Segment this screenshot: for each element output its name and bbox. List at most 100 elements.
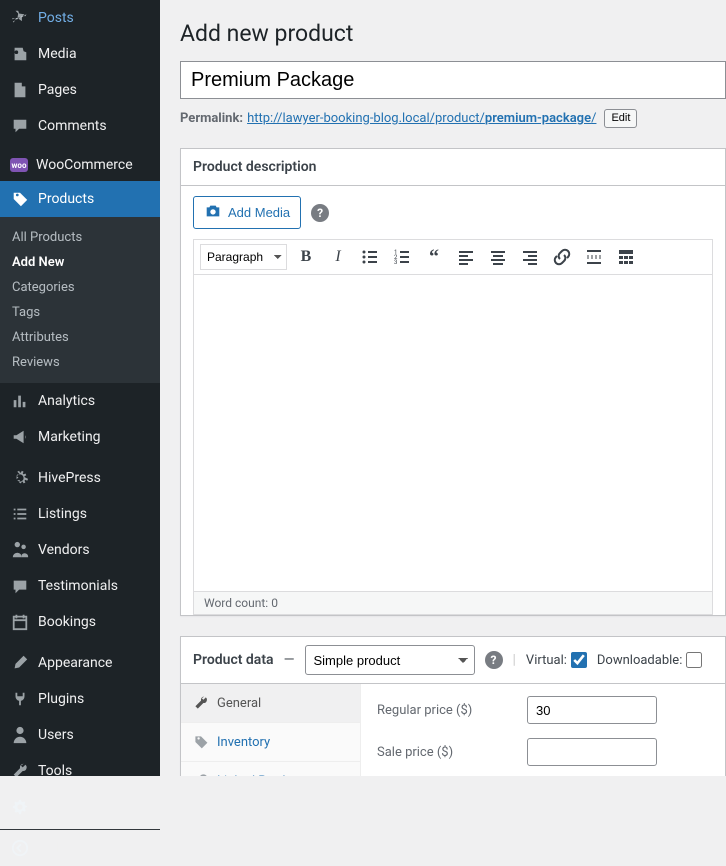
analytics-icon [10,391,30,411]
sidebar-item-vendors[interactable]: Vendors [0,532,160,568]
marketing-icon [10,427,30,447]
sidebar-label: HivePress [38,470,101,486]
tag-icon [10,189,30,209]
calendar-icon [10,612,30,632]
toolbar-toggle-button[interactable] [613,244,639,270]
sidebar-label: Products [38,191,94,207]
align-center-button[interactable] [485,244,511,270]
italic-button[interactable]: I [325,244,351,270]
vendors-icon [10,540,30,560]
align-left-button[interactable] [453,244,479,270]
sidebar-collapse[interactable]: Collapse menu [0,829,160,866]
sidebar-sub-all-products[interactable]: All Products [0,225,160,250]
sidebar-label: Bookings [38,614,96,630]
sidebar-item-posts[interactable]: Posts [0,0,160,36]
product-type-select[interactable]: Simple product [305,645,475,675]
virtual-checkbox-label[interactable]: Virtual: [526,652,587,668]
sidebar-item-listings[interactable]: Listings [0,496,160,532]
sidebar-item-bookings[interactable]: Bookings [0,604,160,640]
admin-sidebar: Posts Media Pages Comments wooWooCommerc… [0,0,160,776]
virtual-checkbox[interactable] [571,652,587,668]
product-data-label: Product data [193,652,274,668]
downloadable-checkbox[interactable] [686,652,702,668]
sidebar-item-media[interactable]: Media [0,36,160,72]
sidebar-label: Comments [38,118,107,134]
sidebar-label: Vendors [38,542,90,558]
help-icon[interactable]: ? [485,651,503,669]
gears-icon [10,468,30,488]
sidebar-sub-reviews[interactable]: Reviews [0,350,160,375]
link-icon [193,772,209,776]
pin-icon [10,8,30,28]
product-data-pane: Regular price ($) Sale price ($) Schedul… [361,684,725,776]
description-header: Product description [181,149,725,186]
readmore-button[interactable] [581,244,607,270]
regular-price-label: Regular price ($) [377,703,527,718]
sidebar-item-users[interactable]: Users [0,717,160,753]
blockquote-button[interactable]: “ [421,244,447,270]
format-select[interactable]: Paragraph [200,244,287,270]
numbered-list-button[interactable]: 123 [389,244,415,270]
sidebar-submenu-products: All Products Add New Categories Tags Att… [0,217,160,383]
sidebar-item-pages[interactable]: Pages [0,72,160,108]
link-button[interactable] [549,244,575,270]
editor-status: Word count: 0 [193,592,713,615]
product-data-box: Product data — Simple product ? | Virtua… [180,636,726,776]
bold-button[interactable]: B [293,244,319,270]
sidebar-label: Settings [38,799,89,815]
cog-icon [10,797,30,817]
sidebar-label: WooCommerce [36,157,133,173]
page-icon [10,80,30,100]
sidebar-label: Listings [38,506,87,522]
sidebar-item-appearance[interactable]: Appearance [0,645,160,681]
help-icon[interactable]: ? [311,204,329,222]
downloadable-checkbox-label[interactable]: Downloadable: [597,652,702,668]
user-icon [10,725,30,745]
quote-icon [10,576,30,596]
main-content: Add new product Permalink: http://lawyer… [160,0,726,776]
list-icon [10,504,30,524]
permalink-link[interactable]: http://lawyer-booking-blog.local/product… [247,111,596,126]
page-title: Add new product [180,20,726,47]
sidebar-item-tools[interactable]: Tools [0,753,160,789]
tab-linked-products[interactable]: Linked Products [181,762,360,776]
sidebar-item-plugins[interactable]: Plugins [0,681,160,717]
wrench-icon [193,694,209,712]
sidebar-label: Testimonials [38,578,118,594]
product-data-tabs: General Inventory Linked Products [181,684,361,776]
permalink-label: Permalink: [180,111,243,126]
sale-price-input[interactable] [527,738,657,766]
sidebar-item-analytics[interactable]: Analytics [0,383,160,419]
editor-canvas[interactable] [193,274,713,592]
comment-icon [10,116,30,136]
sidebar-item-marketing[interactable]: Marketing [0,419,160,455]
tab-inventory[interactable]: Inventory [181,723,360,762]
plug-icon [10,689,30,709]
permalink-row: Permalink: http://lawyer-booking-blog.lo… [180,109,726,128]
sidebar-sub-categories[interactable]: Categories [0,275,160,300]
add-media-button[interactable]: Add Media [193,196,301,229]
align-right-button[interactable] [517,244,543,270]
sidebar-label: Plugins [38,691,84,707]
tab-general[interactable]: General [181,684,360,723]
product-title-input[interactable] [180,61,726,99]
sidebar-label: Tools [38,763,72,779]
regular-price-input[interactable] [527,696,657,724]
sidebar-sub-add-new[interactable]: Add New [0,250,160,275]
sidebar-sub-attributes[interactable]: Attributes [0,325,160,350]
edit-permalink-button[interactable]: Edit [604,109,637,128]
collapse-icon [10,838,30,858]
sidebar-label: Analytics [38,393,95,409]
brush-icon [10,653,30,673]
sidebar-item-products[interactable]: Products [0,181,160,217]
sidebar-label: Media [38,46,77,62]
sidebar-item-settings[interactable]: Settings [0,789,160,825]
sidebar-item-comments[interactable]: Comments [0,108,160,144]
sidebar-sub-tags[interactable]: Tags [0,300,160,325]
sidebar-item-woocommerce[interactable]: wooWooCommerce [0,149,160,181]
sidebar-item-hivepress[interactable]: HivePress [0,460,160,496]
sidebar-label: Appearance [38,655,112,671]
sale-price-label: Sale price ($) [377,745,527,760]
sidebar-item-testimonials[interactable]: Testimonials [0,568,160,604]
bullet-list-button[interactable] [357,244,383,270]
